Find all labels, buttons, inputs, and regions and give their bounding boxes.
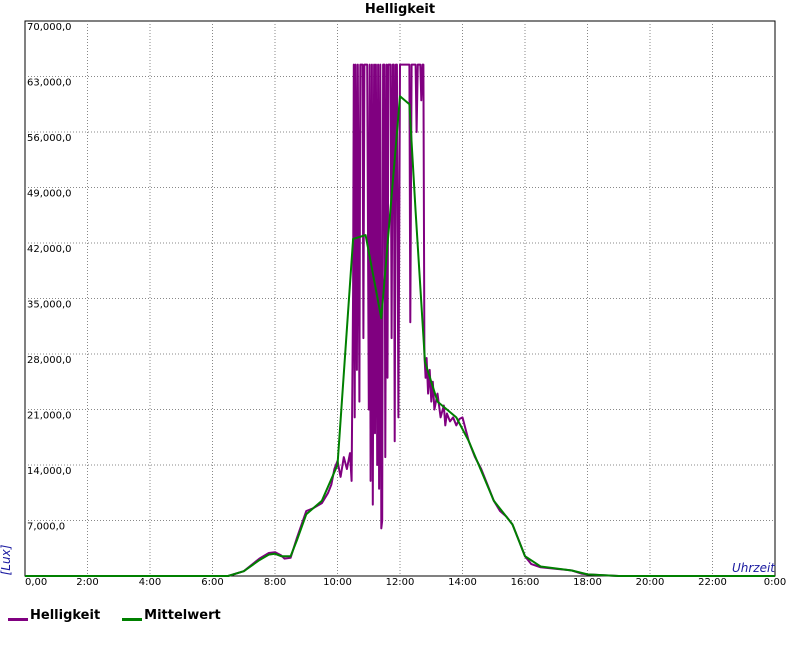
x-tick-label: 0:00 xyxy=(764,577,786,588)
chart-title: Helligkeit xyxy=(365,2,435,17)
y-tick-label: 35,000,0 xyxy=(27,300,72,311)
y-tick-label: 7,000,0 xyxy=(27,522,65,533)
legend-label-helligkeit: Helligkeit xyxy=(30,608,101,623)
legend-item-helligkeit: Helligkeit xyxy=(8,608,100,623)
x-tick-label: 4:00 xyxy=(139,577,161,588)
y-tick-label: 49,000,0 xyxy=(27,189,72,200)
x-axis-label: Uhrzeit xyxy=(732,561,776,575)
y-tick-label: 21,000,0 xyxy=(27,411,72,422)
x-tick-label: 8:00 xyxy=(264,577,286,588)
x-tick-label: 10:00 xyxy=(323,577,352,588)
x-tick-label: 20:00 xyxy=(636,577,665,588)
legend-swatch-helligkeit xyxy=(8,618,28,621)
x-tick-label: 2:00 xyxy=(76,577,98,588)
y-tick-label: 14,000,0 xyxy=(27,466,72,477)
y-tick-label: 28,000,0 xyxy=(27,355,72,366)
legend-label-mittelwert: Mittelwert xyxy=(144,608,221,623)
y-axis-label: [Lux] xyxy=(0,544,13,575)
x-tick-label: 14:00 xyxy=(448,577,477,588)
y-tick-label: 63,000,0 xyxy=(27,78,72,89)
y-tick-label: 56,000,0 xyxy=(27,133,72,144)
legend-swatch-mittelwert xyxy=(122,618,143,621)
x-tick-label: 18:00 xyxy=(573,577,602,588)
x-tick-label: 22:00 xyxy=(698,577,727,588)
legend: Helligkeit Mittelwert xyxy=(8,608,221,623)
brightness-chart: Helligkeit 0,00 2:00 4:00 6:00 8:00 10:00 12:0… xyxy=(0,2,786,588)
x-tick-label: 6:00 xyxy=(201,577,223,588)
legend-item-mittelwert: Mittelwert xyxy=(122,608,221,623)
x-tick-label: 0,00 xyxy=(25,577,47,588)
y-tick-label: 70,000,0 xyxy=(27,22,72,33)
x-tick-label: 16:00 xyxy=(511,577,540,588)
y-tick-label: 42,000,0 xyxy=(27,244,72,255)
x-tick-label: 12:00 xyxy=(386,577,415,588)
